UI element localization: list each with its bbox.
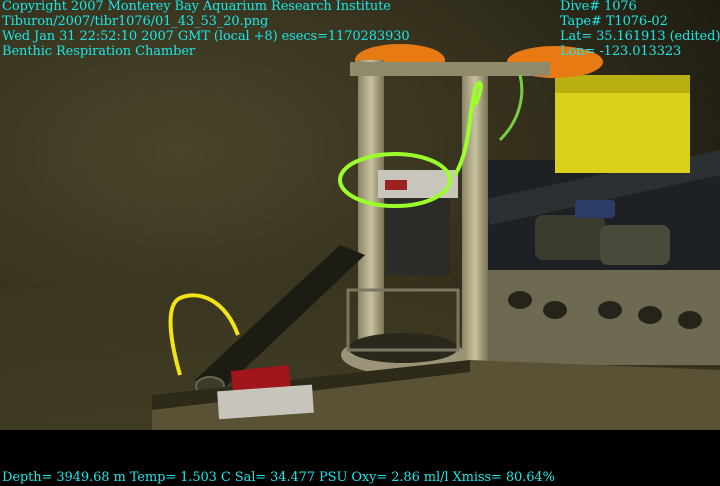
frame-post xyxy=(462,70,488,370)
panel-hole xyxy=(678,311,702,329)
base-cylinder-2 xyxy=(600,225,670,265)
tape-number: Tape# T1076-02 xyxy=(560,14,668,29)
frame-crossbar xyxy=(350,62,550,76)
seafloor-scene xyxy=(0,0,720,430)
underwater-frame: Copyright 2007 Monterey Bay Aquarium Res… xyxy=(0,0,720,486)
base-cylinder xyxy=(535,215,605,260)
overlay-top-right: Dive# 1076 Tape# T1076-02 Lat= 35.161913… xyxy=(560,0,720,59)
panel-hole xyxy=(598,301,622,319)
sensor-readout: Depth= 3949.68 m Temp= 1.503 C Sal= 34.4… xyxy=(2,470,555,485)
blue-fitting xyxy=(575,200,615,218)
frame-post xyxy=(358,60,384,360)
yellow-housing-shade xyxy=(555,75,690,93)
copyright-line: Copyright 2007 Monterey Bay Aquarium Res… xyxy=(2,0,391,14)
overlay-top-left: Copyright 2007 Monterey Bay Aquarium Res… xyxy=(2,0,410,59)
latitude: Lat= 35.161913 (edited) xyxy=(560,29,720,44)
subject-line: Benthic Respiration Chamber xyxy=(2,44,196,59)
timestamp-line: Wed Jan 31 22:52:10 2007 GMT (local +8) … xyxy=(2,29,410,44)
file-path-line: Tiburon/2007/tibr1076/01_43_53_20.png xyxy=(2,14,269,29)
panel-hole xyxy=(508,291,532,309)
red-marker xyxy=(385,180,407,190)
panel-hole xyxy=(638,306,662,324)
longitude: Lon= -123.013323 xyxy=(560,44,682,59)
panel-hole xyxy=(543,301,567,319)
chamber-ring-inner xyxy=(348,333,458,363)
dive-number: Dive# 1076 xyxy=(560,0,637,14)
